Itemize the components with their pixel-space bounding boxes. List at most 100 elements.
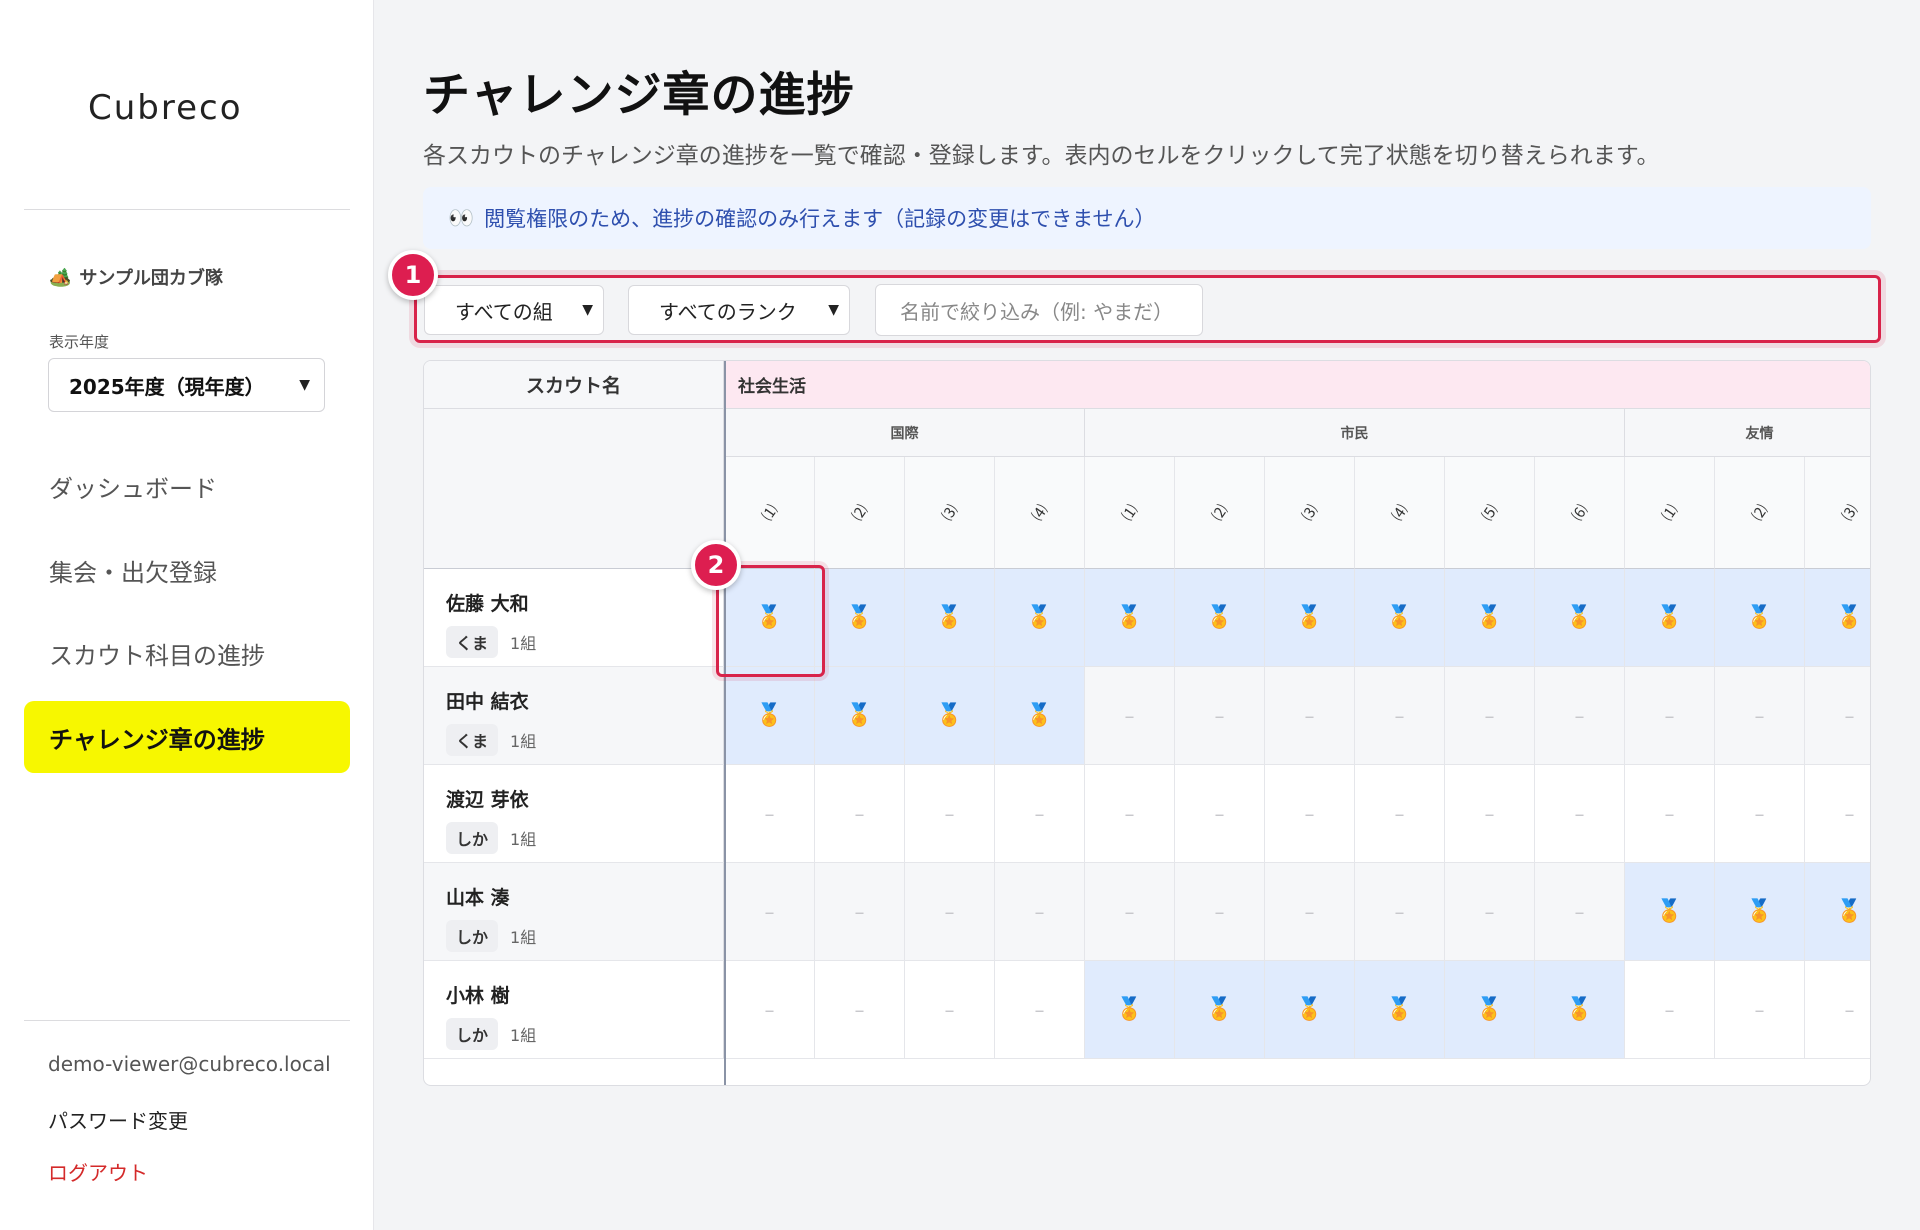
empty-mark: – bbox=[1124, 703, 1135, 728]
progress-cell-empty[interactable]: – bbox=[1715, 667, 1805, 765]
nav-dashboard[interactable]: ダッシュボード bbox=[24, 450, 350, 522]
progress-cell-done[interactable]: 🏅 bbox=[1265, 961, 1355, 1059]
progress-cell-empty[interactable]: – bbox=[1355, 765, 1445, 863]
scout-meta: しか 1組 bbox=[446, 822, 723, 854]
progress-cell-done[interactable]: 🏅 bbox=[1085, 961, 1175, 1059]
empty-mark: – bbox=[1304, 801, 1315, 826]
progress-cell-empty[interactable]: – bbox=[1175, 863, 1265, 961]
progress-cell-empty[interactable]: – bbox=[1535, 765, 1625, 863]
medal-icon: 🏅 bbox=[1115, 997, 1144, 1022]
progress-cell-empty[interactable]: – bbox=[905, 961, 995, 1059]
medal-icon: 🏅 bbox=[1115, 605, 1144, 630]
year-select[interactable]: 2025年度（現年度） ▼ bbox=[48, 358, 325, 412]
progress-cell-empty[interactable]: – bbox=[1355, 863, 1445, 961]
progress-cell-empty[interactable]: – bbox=[1445, 863, 1535, 961]
item-header: ⑷ bbox=[1355, 457, 1445, 569]
logout-link[interactable]: ログアウト bbox=[48, 1157, 148, 1186]
item-header: ⑴ bbox=[1625, 457, 1715, 569]
progress-cell-empty[interactable]: – bbox=[1625, 667, 1715, 765]
nav-challenge-badges[interactable]: チャレンジ章の進捗 bbox=[24, 701, 350, 773]
rank-filter-select[interactable]: すべてのランク ▼ bbox=[628, 285, 850, 335]
medal-icon: 🏅 bbox=[845, 703, 874, 728]
progress-cell-empty[interactable]: – bbox=[1085, 667, 1175, 765]
progress-cell-empty[interactable]: – bbox=[995, 765, 1085, 863]
eyes-icon: 👀 bbox=[448, 205, 475, 230]
progress-cell-empty[interactable]: – bbox=[1715, 961, 1805, 1059]
progress-cell-empty[interactable]: – bbox=[1445, 667, 1535, 765]
progress-cell-done[interactable]: 🏅 bbox=[1535, 961, 1625, 1059]
app-logo[interactable]: Cubreco bbox=[88, 88, 243, 128]
category-header: 社会生活 bbox=[725, 361, 1870, 409]
empty-mark: – bbox=[1754, 801, 1765, 826]
progress-cell-empty[interactable]: – bbox=[995, 961, 1085, 1059]
progress-cell-done[interactable]: 🏅 bbox=[815, 569, 905, 667]
medal-icon: 🏅 bbox=[845, 605, 874, 630]
progress-cell-empty[interactable]: – bbox=[1175, 765, 1265, 863]
group-filter-select[interactable]: すべての組 ▼ bbox=[424, 285, 604, 335]
progress-cell-done[interactable]: 🏅 bbox=[1445, 569, 1535, 667]
org-label: サンプル団カブ隊 bbox=[79, 268, 223, 289]
empty-mark: – bbox=[1484, 703, 1495, 728]
progress-cell-done[interactable]: 🏅 bbox=[1355, 961, 1445, 1059]
progress-cell-done[interactable]: 🏅 bbox=[1625, 569, 1715, 667]
progress-cell-empty[interactable]: – bbox=[995, 863, 1085, 961]
scout-name: 渡辺 芽依 bbox=[446, 789, 529, 811]
progress-cell-empty[interactable]: – bbox=[905, 863, 995, 961]
progress-cell-done[interactable]: 🏅 bbox=[905, 569, 995, 667]
progress-cell-empty[interactable]: – bbox=[1535, 667, 1625, 765]
progress-cell-empty[interactable]: – bbox=[1805, 667, 1870, 765]
progress-cell-empty[interactable]: – bbox=[1535, 863, 1625, 961]
progress-cell-done[interactable]: 🏅 bbox=[1445, 961, 1535, 1059]
medal-icon: 🏅 bbox=[1835, 605, 1864, 630]
empty-mark: – bbox=[1574, 703, 1585, 728]
progress-cell-done[interactable]: 🏅 bbox=[905, 667, 995, 765]
progress-cell-done[interactable]: 🏅 bbox=[1805, 569, 1870, 667]
name-filter-input[interactable]: 名前で絞り込み（例: やまだ） bbox=[875, 284, 1203, 336]
progress-cell-empty[interactable]: – bbox=[1445, 765, 1535, 863]
item-header-label: ⑵ bbox=[1748, 501, 1772, 525]
progress-cell-done[interactable]: 🏅 bbox=[1355, 569, 1445, 667]
progress-cell-empty[interactable]: – bbox=[1625, 765, 1715, 863]
progress-cell-done[interactable]: 🏅 bbox=[1625, 863, 1715, 961]
progress-cell-empty[interactable]: – bbox=[1085, 765, 1175, 863]
progress-cell-done[interactable]: 🏅 bbox=[1175, 961, 1265, 1059]
progress-cell-empty[interactable]: – bbox=[1265, 863, 1355, 961]
progress-cell-done[interactable]: 🏅 bbox=[815, 667, 905, 765]
nav-meetings[interactable]: 集会・出欠登録 bbox=[24, 534, 350, 606]
progress-cell-done[interactable]: 🏅 bbox=[995, 569, 1085, 667]
progress-cell-empty[interactable]: – bbox=[1175, 667, 1265, 765]
empty-mark: – bbox=[1844, 997, 1855, 1022]
progress-cell-done[interactable]: 🏅 bbox=[1535, 569, 1625, 667]
progress-cell-empty[interactable]: – bbox=[905, 765, 995, 863]
progress-cell-empty[interactable]: – bbox=[815, 961, 905, 1059]
progress-cell-empty[interactable]: – bbox=[1625, 961, 1715, 1059]
progress-cell-empty[interactable]: – bbox=[1715, 765, 1805, 863]
item-header-label: ⑷ bbox=[1388, 501, 1412, 525]
progress-cell-empty[interactable]: – bbox=[1265, 667, 1355, 765]
progress-cell-done[interactable]: 🏅 bbox=[1085, 569, 1175, 667]
sidebar: Cubreco 🏕️ サンプル団カブ隊 表示年度 2025年度（現年度） ▼ ダ… bbox=[0, 0, 374, 1230]
progress-cell-empty[interactable]: – bbox=[1265, 765, 1355, 863]
progress-cell-done[interactable]: 🏅 bbox=[1715, 863, 1805, 961]
progress-cell-done[interactable]: 🏅 bbox=[725, 667, 815, 765]
group-header: 市民 bbox=[1085, 409, 1625, 457]
item-header-label: ⑸ bbox=[1478, 501, 1502, 525]
progress-cell-empty[interactable]: – bbox=[815, 765, 905, 863]
change-password-link[interactable]: パスワード変更 bbox=[48, 1105, 188, 1134]
item-header-label: ⑴ bbox=[1658, 501, 1682, 525]
progress-cell-empty[interactable]: – bbox=[725, 961, 815, 1059]
progress-cell-done[interactable]: 🏅 bbox=[1805, 863, 1870, 961]
progress-cell-done[interactable]: 🏅 bbox=[995, 667, 1085, 765]
progress-cell-done[interactable]: 🏅 bbox=[1265, 569, 1355, 667]
progress-cell-empty[interactable]: – bbox=[725, 863, 815, 961]
progress-cell-done[interactable]: 🏅 bbox=[1175, 569, 1265, 667]
progress-cell-empty[interactable]: – bbox=[1355, 667, 1445, 765]
progress-cell-empty[interactable]: – bbox=[1805, 961, 1870, 1059]
progress-cell-empty[interactable]: – bbox=[815, 863, 905, 961]
progress-cell-empty[interactable]: – bbox=[1085, 863, 1175, 961]
progress-cell-empty[interactable]: – bbox=[725, 765, 815, 863]
nav-scout-subjects[interactable]: スカウト科目の進捗 bbox=[24, 617, 350, 689]
progress-cell-empty[interactable]: – bbox=[1805, 765, 1870, 863]
progress-cell-done[interactable]: 🏅 bbox=[1715, 569, 1805, 667]
empty-mark: – bbox=[1484, 801, 1495, 826]
